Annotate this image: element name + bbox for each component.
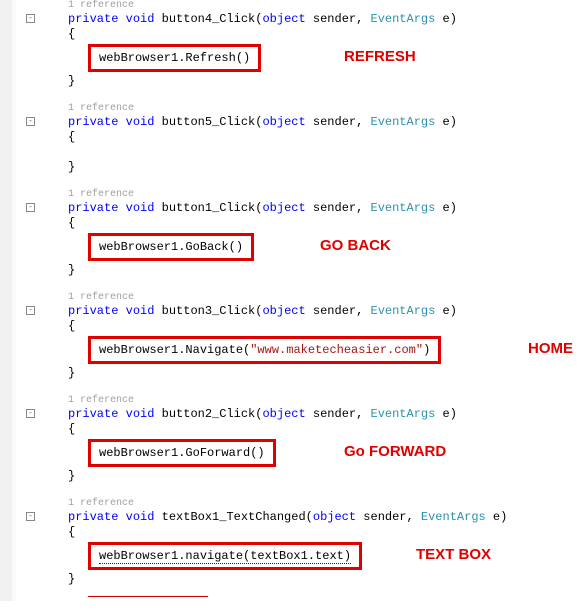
method-block: - 1 referenceprivate void button3_Click(o… [24,292,588,381]
reference-count[interactable]: 1 reference [68,395,588,406]
brace-close: } [68,469,588,484]
reference-count[interactable]: 1 reference [68,0,588,11]
method-block: - 1 referenceprivate void button4_Click(o… [24,0,588,89]
method-name: textBox1_TextChanged [162,510,306,524]
brace-open: { [68,525,588,540]
reference-count[interactable]: 1 reference [68,292,588,303]
method-signature: private void button3_Click(object sender… [68,304,588,319]
brace-close: } [68,263,588,278]
brace-close: } [68,160,588,175]
annotation-label: HOME [528,340,573,357]
method-signature: private void button1_Click(object sender… [68,201,588,216]
highlighted-statement: webBrowser1.navigate(textBox1.text) [88,542,362,570]
collapse-icon[interactable]: - [26,409,35,418]
highlighted-statement: webBrowser1.GoBack() [88,233,254,261]
method-signature: private void textBox1_TextChanged(object… [68,510,588,525]
method-signature: private void button5_Click(object sender… [68,115,588,130]
brace-close: } [68,366,588,381]
indicator-column [12,0,16,601]
method-signature: private void button4_Click(object sender… [68,12,588,27]
brace-open: { [68,319,588,334]
annotation-label: TEXT BOX [416,546,491,563]
collapse-icon[interactable]: - [26,306,35,315]
brace-open: { [68,27,588,42]
highlighted-statement: webBrowser1.GoForward() [88,439,276,467]
method-signature: private void button2_Click(object sender… [68,407,588,422]
brace-close: } [68,74,588,89]
method-name: button3_Click [162,304,256,318]
method-block: - 1 referenceprivate void button1_Click(o… [24,189,588,278]
reference-count[interactable]: 1 reference [68,103,588,114]
method-name: button1_Click [162,201,256,215]
brace-open: { [68,422,588,437]
annotation-label: REFRESH [344,48,416,65]
method-name: button2_Click [162,407,256,421]
collapse-icon[interactable]: - [26,512,35,521]
highlighted-statement: webBrowser1.Refresh() [88,44,261,72]
collapse-icon[interactable]: - [26,117,35,126]
method-block: -1 referenceprivate void textBox1_TextCh… [24,498,588,601]
collapse-icon[interactable]: - [26,14,35,23]
method-name: button4_Click [162,12,256,26]
brace-open: { [68,216,588,231]
method-block: - 1 referenceprivate void button2_Click(o… [24,395,588,484]
annotation-label: GO BACK [320,237,391,254]
annotation-label: Go FORWARD [344,443,446,460]
method-block: - 1 referenceprivate void button5_Click(o… [24,103,588,175]
brace-close: } [68,572,588,587]
collapse-icon[interactable]: - [26,203,35,212]
error-squiggle [88,596,208,597]
brace-open: { [68,130,588,145]
method-name: button5_Click [162,115,256,129]
reference-count[interactable]: 1 reference [68,189,588,200]
code-editor: -1 referenceprivate void button4_Click(o… [0,0,588,601]
highlighted-statement: webBrowser1.Navigate("www.maketecheasier… [88,336,441,364]
